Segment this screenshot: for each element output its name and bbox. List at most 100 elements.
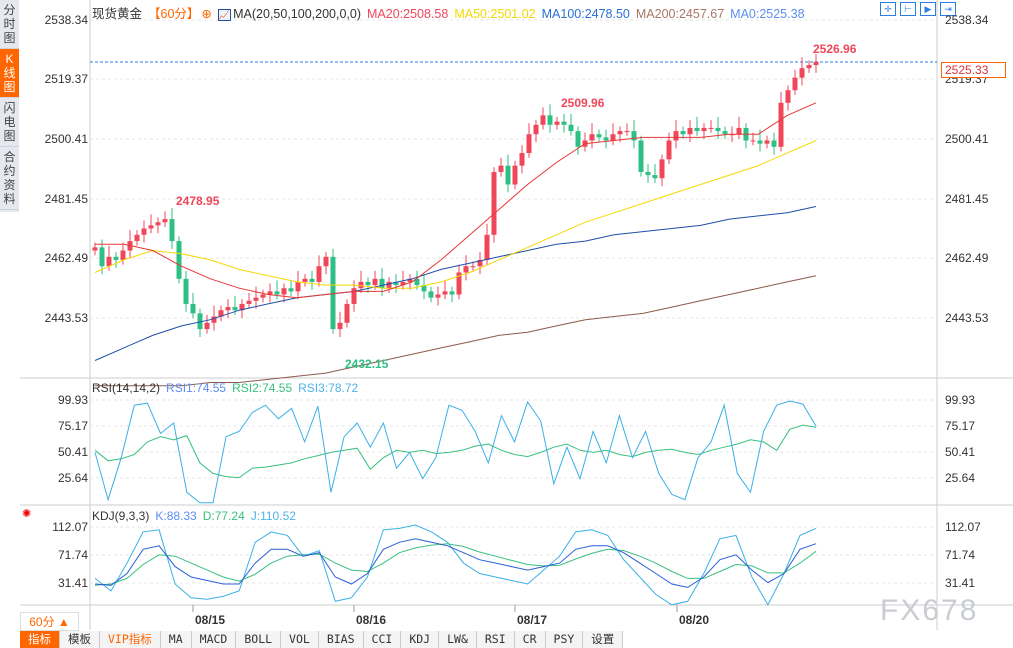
high-annotation: 2526.96	[813, 42, 857, 56]
candle-body	[302, 278, 308, 282]
chart-header: 现货黄金 【60分】 ⊕ 📈 MA(20,50,100,200,0,0) MA20:250…	[92, 3, 811, 22]
peak-annotation: 2478.95	[176, 194, 220, 208]
tab-boll[interactable]: BOLL	[236, 631, 282, 648]
candle-body	[813, 61, 819, 66]
candle-body	[505, 165, 511, 185]
candle-body	[708, 127, 714, 129]
candle-body	[526, 134, 532, 154]
price-axis-right: 2538.34	[945, 13, 989, 27]
candle-body	[316, 266, 322, 282]
rsi-axis-left: 75.17	[57, 419, 88, 433]
indicator-settings-icon[interactable]: ✺	[22, 507, 31, 520]
candle-body	[750, 140, 756, 142]
candle-body	[638, 140, 644, 172]
candle-body	[344, 303, 350, 323]
date-label: 08/16	[356, 613, 387, 627]
price-axis-right: 2500.41	[945, 132, 989, 146]
candle-body	[113, 256, 119, 260]
rsi1-line	[94, 400, 817, 504]
price-axis-right: 2443.53	[945, 311, 989, 325]
ma-settings-icon[interactable]: 📈	[217, 9, 232, 21]
ma200-line	[95, 275, 817, 387]
candle-body	[778, 102, 784, 147]
price-axis-right: 2481.45	[945, 192, 989, 206]
ma0-value: MA0:2525.38	[730, 7, 805, 21]
candle-body	[358, 281, 364, 289]
tab-macd[interactable]: MACD	[191, 631, 237, 648]
candle-body	[498, 165, 504, 172]
rsi-axis-left: 25.64	[57, 471, 88, 485]
tab-cr[interactable]: CR	[514, 631, 546, 648]
candle-body	[561, 121, 567, 125]
tab-kdj[interactable]: KDJ	[401, 631, 440, 648]
crosshair-icon[interactable]: ✛	[880, 2, 896, 16]
ma50-value: MA50:2501.02	[454, 7, 536, 21]
tab-psy[interactable]: PSY	[545, 631, 584, 648]
candle-body	[232, 307, 238, 311]
candle-body	[463, 266, 469, 273]
candle-body	[764, 140, 770, 144]
price-axis-left: 2538.34	[44, 13, 88, 27]
play-icon[interactable]: ▶	[920, 2, 936, 16]
kdj-k-value: K:88.33	[155, 509, 197, 523]
rsi-axis-right: 50.41	[945, 445, 976, 459]
candle-body	[694, 127, 700, 132]
tab-bias[interactable]: BIAS	[318, 631, 364, 648]
symbol-title: 现货黄金	[92, 7, 143, 21]
candle-body	[596, 134, 602, 138]
candle-body	[533, 124, 539, 135]
peak-annotation: 2509.96	[561, 96, 605, 110]
price-axis-left: 2481.45	[44, 192, 88, 206]
add-icon[interactable]: ⊕	[201, 7, 211, 21]
candle-body	[120, 250, 126, 260]
candle-body	[309, 278, 315, 282]
rsi-axis-left: 50.41	[57, 445, 88, 459]
zoom-range-icon[interactable]: ⊢	[900, 2, 916, 16]
candle-body	[673, 131, 679, 141]
candle-body	[617, 131, 623, 135]
candle-body	[610, 134, 616, 141]
kdj-d-value: D:77.24	[202, 509, 245, 523]
candle-body	[330, 256, 336, 330]
candle-body	[484, 234, 490, 260]
candle-body	[323, 256, 329, 267]
candle-body	[687, 127, 693, 135]
candle-body	[281, 288, 287, 295]
tab-cci[interactable]: CCI	[363, 631, 402, 648]
candle-body	[540, 115, 546, 125]
tab-vol[interactable]: VOL	[281, 631, 319, 648]
candle-body	[225, 307, 231, 311]
candle-body	[260, 294, 266, 298]
candle-body	[575, 131, 581, 147]
tab-ma[interactable]: MA	[160, 631, 192, 648]
rsi2-value: RSI2:74.55	[232, 381, 293, 395]
period-select[interactable]: 60分 ▲	[20, 612, 79, 631]
low-annotation: 2432.15	[345, 357, 389, 371]
candle-body	[666, 140, 672, 160]
ma20-value: MA20:2508.58	[367, 7, 449, 21]
tab-indicator[interactable]: 指标	[20, 631, 60, 648]
candle-body	[428, 291, 434, 298]
period-label: 【60分】	[148, 7, 200, 21]
candle-body	[372, 278, 378, 286]
kdj-axis-left: 112.07	[52, 520, 88, 534]
candle-body	[190, 303, 196, 314]
candle-body	[386, 281, 392, 289]
tab-settings[interactable]: 设置	[583, 631, 624, 648]
tab-vip[interactable]: VIP指标	[100, 631, 161, 648]
tab-template[interactable]: 模板	[60, 631, 100, 648]
candle-body	[92, 247, 98, 251]
tab-rsi[interactable]: RSI	[476, 631, 515, 648]
rsi-axis-right: 99.93	[945, 393, 976, 407]
kline-chart[interactable]	[0, 0, 1013, 648]
kdj-axis-left: 31.41	[57, 576, 88, 590]
candle-body	[246, 300, 252, 304]
candle-body	[204, 322, 210, 330]
candle-body	[442, 291, 448, 295]
candle-body	[295, 281, 301, 292]
candle-body	[680, 131, 686, 135]
candle-body	[519, 153, 525, 166]
candle-body	[701, 127, 707, 132]
kdj-axis-right: 112.07	[945, 520, 981, 534]
tab-lw[interactable]: LW&	[439, 631, 477, 648]
